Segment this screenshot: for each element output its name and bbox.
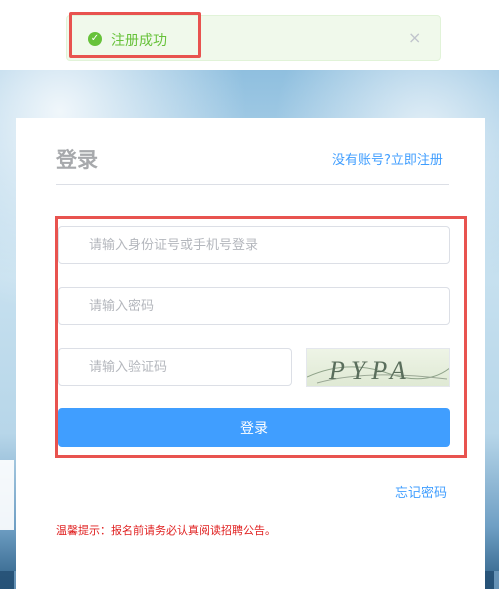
login-title: 登录 bbox=[56, 148, 98, 172]
form-highlight-box bbox=[55, 216, 467, 458]
forgot-password-link[interactable]: 忘记密码 bbox=[395, 482, 447, 501]
close-icon[interactable]: × bbox=[408, 28, 421, 47]
title-divider bbox=[56, 184, 449, 185]
toast-highlight-box bbox=[69, 12, 201, 58]
register-link[interactable]: 没有账号?立即注册 bbox=[332, 149, 443, 168]
background-decoration bbox=[0, 460, 14, 530]
warm-tip: 温馨提示：报名前请务必认真阅读招聘公告。 bbox=[56, 524, 276, 537]
